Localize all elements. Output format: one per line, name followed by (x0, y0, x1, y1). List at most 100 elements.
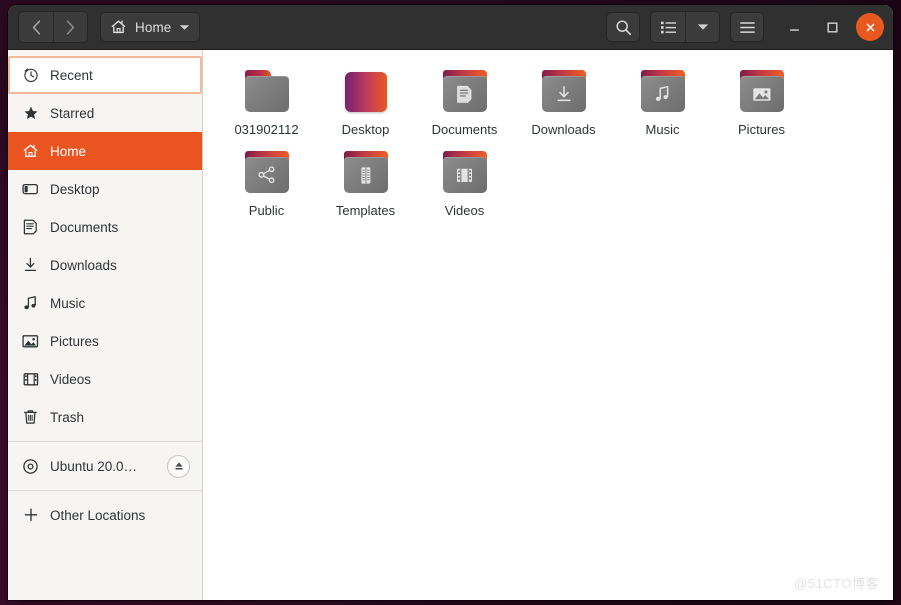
minimize-button[interactable] (780, 13, 808, 41)
sidebar-item-label: Starred (50, 105, 95, 121)
file-list-view[interactable]: 031902112 Desktop Documents Downloads Mu… (203, 50, 893, 600)
music-icon (22, 295, 39, 312)
file-item-downloads[interactable]: Downloads (514, 64, 613, 145)
sidebar-item-label: Recent (50, 67, 93, 83)
template-emblem-icon (360, 166, 370, 184)
sidebar-item-label: Pictures (50, 333, 99, 349)
path-bar-home-button[interactable]: Home (100, 12, 201, 42)
sidebar-item-music[interactable]: Music (8, 284, 202, 322)
folder-music-icon (639, 68, 687, 116)
folder-plain-icon (243, 68, 291, 116)
sidebar-item-label: Videos (50, 371, 92, 387)
file-item-documents[interactable]: Documents (415, 64, 514, 145)
home-icon (111, 20, 126, 34)
sidebar-item-label: Trash (50, 409, 85, 425)
folder-templates-icon (342, 149, 390, 197)
file-item-label: 031902112 (234, 122, 299, 137)
sidebar-item-label: Music (50, 295, 86, 311)
download-emblem-icon (556, 85, 571, 101)
disc-icon (22, 458, 39, 475)
sidebar-item-videos[interactable]: Videos (8, 360, 202, 398)
desktop-icon (22, 181, 39, 198)
sidebar-item-label: Home (50, 143, 87, 159)
maximize-button[interactable] (818, 13, 846, 41)
sidebar-item-label: Desktop (50, 181, 100, 197)
sidebar-item-pictures[interactable]: Pictures (8, 322, 202, 360)
file-item-label: Videos (444, 203, 485, 218)
sidebar-separator (8, 441, 202, 442)
file-item-label: Templates (335, 203, 396, 218)
file-item-templates[interactable]: Templates (316, 145, 415, 226)
sidebar-item-desktop[interactable]: Desktop (8, 170, 202, 208)
header-bar: Home (8, 5, 893, 50)
file-item-videos[interactable]: Videos (415, 145, 514, 226)
file-item-label: Pictures (738, 122, 785, 137)
icon-grid: 031902112 Desktop Documents Downloads Mu… (217, 64, 883, 226)
document-icon (22, 219, 39, 236)
sidebar-item-label: Documents (50, 219, 119, 235)
chevron-down-icon (180, 24, 190, 30)
wallpaper-thumbnail (342, 68, 390, 116)
file-item-label: Downloads (531, 122, 596, 137)
plus-icon (22, 507, 39, 524)
folder-documents-icon (441, 68, 489, 116)
clock-icon (22, 67, 39, 84)
file-item-label: Desktop (341, 122, 390, 137)
minimize-icon (789, 28, 799, 31)
file-item-label: Public (248, 203, 285, 218)
list-view-button[interactable] (651, 12, 685, 42)
header-right-controls (606, 5, 884, 49)
share-emblem-icon (257, 166, 275, 184)
close-button[interactable] (856, 13, 884, 41)
folder-downloads-icon (540, 68, 588, 116)
download-icon (22, 257, 39, 274)
folder-videos-icon (441, 149, 489, 197)
star-icon (22, 105, 39, 122)
sidebar-item-label: Ubuntu 20.0… (50, 458, 138, 474)
eject-button[interactable] (167, 454, 190, 478)
path-bar-label: Home (135, 19, 172, 35)
music-emblem-icon (655, 85, 669, 101)
film-icon (22, 371, 39, 388)
sidebar-item-recent[interactable]: Recent (8, 56, 202, 94)
sidebar-item-label: Downloads (50, 257, 117, 273)
file-item-label: Music (645, 122, 680, 137)
forward-button[interactable] (53, 12, 87, 42)
window-body: Recent Starred Home Desktop Documents Do… (8, 50, 893, 600)
image-emblem-icon (752, 87, 770, 101)
sidebar-item-label: Other Locations (50, 507, 146, 523)
sidebar-item-trash[interactable]: Trash (8, 398, 202, 436)
sidebar-item-home[interactable]: Home (8, 132, 202, 170)
sidebar-item-ubuntu-disc[interactable]: Ubuntu 20.0… (8, 447, 202, 485)
file-item-031902112[interactable]: 031902112 (217, 64, 316, 145)
file-item-pictures[interactable]: Pictures (712, 64, 811, 145)
file-item-label: Documents (431, 122, 498, 137)
close-icon (866, 23, 874, 31)
image-icon (22, 333, 39, 350)
view-options-dropdown[interactable] (685, 12, 719, 42)
list-view-icon (660, 21, 676, 33)
sidebar-separator (8, 490, 202, 491)
file-manager-window: Home Recent Starred Home Desktop Documen… (8, 5, 893, 600)
hamburger-menu-icon (739, 21, 755, 33)
view-mode-group (650, 11, 720, 43)
file-item-music[interactable]: Music (613, 64, 712, 145)
main-menu-button[interactable] (730, 12, 764, 42)
sidebar-item-starred[interactable]: Starred (8, 94, 202, 132)
eject-icon (174, 462, 183, 470)
file-item-desktop[interactable]: Desktop (316, 64, 415, 145)
watermark: @51CTO博客 (794, 576, 879, 591)
chevron-right-icon (66, 19, 75, 35)
home-icon (22, 143, 39, 160)
folder-public-icon (243, 149, 291, 197)
file-item-public[interactable]: Public (217, 145, 316, 226)
folder-pictures-icon (738, 68, 786, 116)
sidebar-item-other-locations[interactable]: Other Locations (8, 496, 202, 534)
search-button[interactable] (606, 12, 640, 42)
sidebar-item-downloads[interactable]: Downloads (8, 246, 202, 284)
document-emblem-icon (457, 85, 472, 103)
back-button[interactable] (19, 12, 53, 42)
sidebar-item-documents[interactable]: Documents (8, 208, 202, 246)
navigation-buttons (18, 11, 88, 43)
chevron-down-icon (697, 24, 708, 30)
